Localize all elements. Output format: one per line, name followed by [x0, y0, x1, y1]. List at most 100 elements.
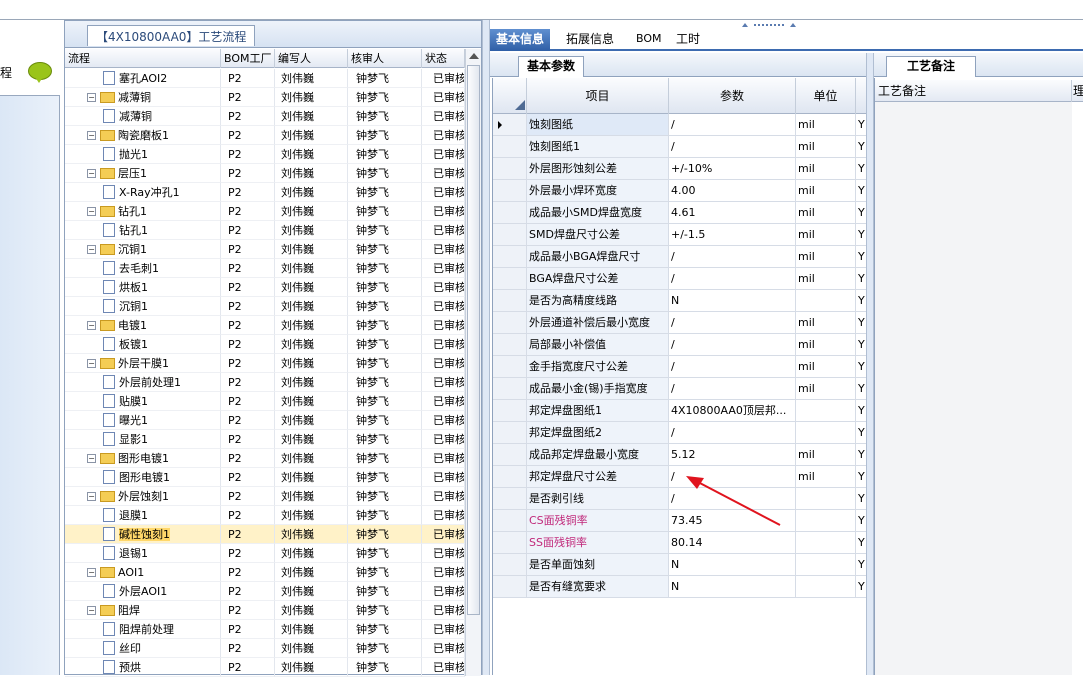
row-indicator[interactable]: [493, 136, 527, 158]
param-value[interactable]: /: [669, 466, 796, 488]
param-row[interactable]: 是否有缝宽要求 N Y: [493, 576, 869, 598]
tree-row[interactable]: 钻孔1 P2 刘伟巍 钟梦飞 已审核: [65, 221, 465, 240]
process-flow-tab[interactable]: 【4X10800AA0】工艺流程: [87, 25, 256, 46]
row-indicator[interactable]: [493, 400, 527, 422]
param-value[interactable]: 4X10800AA0顶层邦...: [669, 400, 796, 422]
tree-node[interactable]: 曝光1: [65, 411, 221, 430]
param-value[interactable]: 4.61: [669, 202, 796, 224]
panel-splitter[interactable]: [482, 20, 490, 675]
tree-node[interactable]: − 沉铜1: [65, 240, 221, 259]
tab-work-hours[interactable]: 工时: [670, 29, 706, 51]
tree-row[interactable]: 去毛刺1 P2 刘伟巍 钟梦飞 已审核: [65, 259, 465, 278]
col-header-bom[interactable]: BOM工厂: [221, 49, 275, 68]
tree-node[interactable]: 外层前处理1: [65, 373, 221, 392]
tree-node[interactable]: − 钻孔1: [65, 202, 221, 221]
collapse-icon[interactable]: −: [87, 92, 96, 102]
tree-row[interactable]: − 陶瓷磨板1 P2 刘伟巍 钟梦飞 已审核: [65, 126, 465, 145]
tree-row[interactable]: − 电镀1 P2 刘伟巍 钟梦飞 已审核: [65, 316, 465, 335]
tree-row[interactable]: 减薄铜 P2 刘伟巍 钟梦飞 已审核: [65, 107, 465, 126]
tree-node[interactable]: − AOI1: [65, 563, 221, 582]
tree-node[interactable]: − 阻焊: [65, 601, 221, 620]
tree-row[interactable]: 塞孔AOI2 P2 刘伟巍 钟梦飞 已审核: [65, 69, 465, 88]
param-row[interactable]: 是否剥引线 / Y: [493, 488, 869, 510]
tree-node[interactable]: 丝印: [65, 639, 221, 658]
tree-node[interactable]: 图形电镀1: [65, 468, 221, 487]
row-indicator[interactable]: [493, 532, 527, 554]
tree-node[interactable]: 塞孔AOI2: [65, 69, 221, 88]
tree-node[interactable]: − 层压1: [65, 164, 221, 183]
param-row[interactable]: BGA焊盘尺寸公差 / mil Y: [493, 268, 869, 290]
param-value[interactable]: +/-10%: [669, 158, 796, 180]
row-indicator[interactable]: [493, 466, 527, 488]
row-indicator[interactable]: [493, 576, 527, 598]
tree-row[interactable]: 阻焊前处理 P2 刘伟巍 钟梦飞 已审核: [65, 620, 465, 639]
row-indicator[interactable]: [493, 334, 527, 356]
param-row[interactable]: 成品邦定焊盘最小宽度 5.12 mil Y: [493, 444, 869, 466]
tree-node[interactable]: 外层AOI1: [65, 582, 221, 601]
param-row[interactable]: 局部最小补偿值 / mil Y: [493, 334, 869, 356]
tree-row[interactable]: 抛光1 P2 刘伟巍 钟梦飞 已审核: [65, 145, 465, 164]
tree-node[interactable]: 预烘: [65, 658, 221, 677]
col-header-status[interactable]: 状态: [422, 49, 465, 68]
col-header-notes[interactable]: 工艺备注: [875, 80, 1072, 102]
tree-node[interactable]: 显影1: [65, 430, 221, 449]
chat-bubble-icon[interactable]: [28, 62, 52, 83]
notes-splitter[interactable]: [866, 53, 874, 675]
row-indicator[interactable]: [493, 180, 527, 202]
tree-node[interactable]: 抛光1: [65, 145, 221, 164]
row-indicator[interactable]: [493, 202, 527, 224]
param-value[interactable]: N: [669, 554, 796, 576]
collapse-icon[interactable]: −: [87, 206, 96, 216]
param-row[interactable]: 是否为高精度线路 N Y: [493, 290, 869, 312]
row-indicator[interactable]: [493, 422, 527, 444]
col-header-writer[interactable]: 编写人: [275, 49, 348, 68]
param-row[interactable]: SMD焊盘尺寸公差 +/-1.5 mil Y: [493, 224, 869, 246]
tab-extended-info[interactable]: 拓展信息: [560, 29, 620, 51]
row-indicator[interactable]: [493, 312, 527, 334]
tree-node[interactable]: 去毛刺1: [65, 259, 221, 278]
tab-basic-params[interactable]: 基本参数: [518, 56, 585, 77]
tree-row[interactable]: 贴膜1 P2 刘伟巍 钟梦飞 已审核: [65, 392, 465, 411]
param-row[interactable]: 外层图形蚀刻公差 +/-10% mil Y: [493, 158, 869, 180]
tree-row[interactable]: 退锡1 P2 刘伟巍 钟梦飞 已审核: [65, 544, 465, 563]
param-row[interactable]: SS面残铜率 80.14 Y: [493, 532, 869, 554]
collapse-icon[interactable]: −: [87, 567, 96, 577]
param-value[interactable]: /: [669, 114, 796, 136]
param-value[interactable]: /: [669, 268, 796, 290]
tree-row[interactable]: − 钻孔1 P2 刘伟巍 钟梦飞 已审核: [65, 202, 465, 221]
param-value[interactable]: N: [669, 290, 796, 312]
param-value[interactable]: +/-1.5: [669, 224, 796, 246]
tree-row[interactable]: 外层前处理1 P2 刘伟巍 钟梦飞 已审核: [65, 373, 465, 392]
row-indicator[interactable]: [493, 268, 527, 290]
tree-row[interactable]: 曝光1 P2 刘伟巍 钟梦飞 已审核: [65, 411, 465, 430]
row-indicator[interactable]: [493, 114, 527, 136]
param-row[interactable]: 成品最小SMD焊盘宽度 4.61 mil Y: [493, 202, 869, 224]
tree-row[interactable]: 显影1 P2 刘伟巍 钟梦飞 已审核: [65, 430, 465, 449]
row-indicator[interactable]: [493, 158, 527, 180]
param-value[interactable]: /: [669, 312, 796, 334]
scroll-up-icon[interactable]: [469, 53, 479, 59]
tree-node[interactable]: 阻焊前处理: [65, 620, 221, 639]
collapse-icon[interactable]: −: [87, 358, 96, 368]
row-indicator[interactable]: [493, 290, 527, 312]
tree-row[interactable]: − 外层干膜1 P2 刘伟巍 钟梦飞 已审核: [65, 354, 465, 373]
param-value[interactable]: /: [669, 422, 796, 444]
tree-row[interactable]: 丝印 P2 刘伟巍 钟梦飞 已审核: [65, 639, 465, 658]
tree-node[interactable]: 烘板1: [65, 278, 221, 297]
tree-node[interactable]: − 外层干膜1: [65, 354, 221, 373]
notes-body[interactable]: [875, 102, 1072, 675]
row-indicator[interactable]: [493, 356, 527, 378]
tree-row[interactable]: 图形电镀1 P2 刘伟巍 钟梦飞 已审核: [65, 468, 465, 487]
param-value[interactable]: 4.00: [669, 180, 796, 202]
tree-row[interactable]: 外层AOI1 P2 刘伟巍 钟梦飞 已审核: [65, 582, 465, 601]
row-indicator[interactable]: [493, 554, 527, 576]
col-header-notes-extra[interactable]: 理: [1072, 80, 1083, 102]
tree-row[interactable]: − AOI1 P2 刘伟巍 钟梦飞 已审核: [65, 563, 465, 582]
row-indicator[interactable]: [493, 510, 527, 532]
tree-node[interactable]: 退锡1: [65, 544, 221, 563]
top-splitter-grip[interactable]: [740, 18, 800, 27]
tree-row[interactable]: − 减薄铜 P2 刘伟巍 钟梦飞 已审核: [65, 88, 465, 107]
row-indicator[interactable]: [493, 224, 527, 246]
tree-row[interactable]: 板镀1 P2 刘伟巍 钟梦飞 已审核: [65, 335, 465, 354]
collapse-icon[interactable]: −: [87, 244, 96, 254]
